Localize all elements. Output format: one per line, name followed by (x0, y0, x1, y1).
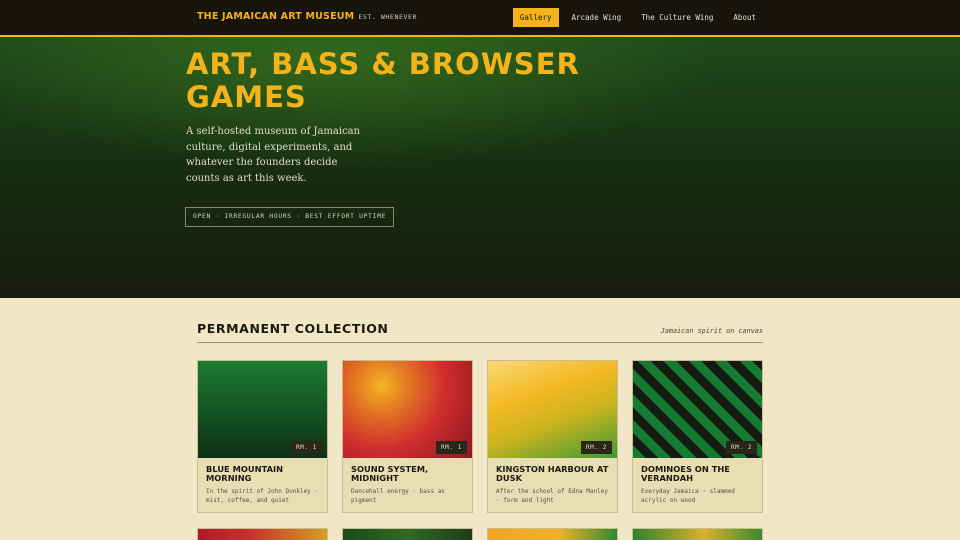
nav-gallery[interactable]: Gallery (512, 8, 559, 27)
artwork-description: In the spirit of John Dunkley · mist, co… (206, 488, 318, 504)
room-badge: Rm. 2 (580, 441, 612, 454)
section-subtitle: Jamaican spirit on canvas (660, 327, 763, 335)
site-header: The Jamaican Art Museum Est. Whenever Ga… (0, 0, 960, 35)
artwork-title[interactable]: Blue Mountain Morning (206, 465, 324, 482)
nav-about[interactable]: About (726, 8, 763, 27)
artwork-description: Everyday Jamaica · slammed acrylic on wo… (641, 488, 735, 504)
artwork-card-partial[interactable] (487, 528, 618, 540)
brand-tagline: Est. Whenever (358, 13, 418, 21)
artwork-card-partial[interactable] (342, 528, 473, 540)
brand-name[interactable]: The Jamaican Art Museum (197, 11, 354, 22)
artwork-card-partial[interactable] (632, 528, 763, 540)
section-divider (197, 342, 763, 343)
hero-title: Art, Bass & Browser Games (186, 47, 580, 114)
artwork-card[interactable]: Rm. 1 Blue Mountain Morning In the spiri… (197, 360, 328, 513)
room-badge: Rm. 1 (290, 441, 322, 454)
artwork-card-partial[interactable] (197, 528, 328, 540)
artwork-description: Dancehall energy · bass as pigment (351, 488, 445, 504)
artwork-description: After the school of Edna Manley · form a… (496, 488, 608, 504)
artwork-title[interactable]: Dominoes on the Verandah (641, 465, 759, 482)
artwork-card[interactable]: Rm. 1 Sound System, Midnight Dancehall e… (342, 360, 473, 513)
artwork-card[interactable]: Rm. 2 Kingston Harbour at Dusk After the… (487, 360, 618, 513)
artwork-title[interactable]: Sound System, Midnight (351, 465, 469, 482)
main-nav: Gallery Arcade Wing The Culture Wing Abo… (512, 8, 763, 27)
section-title: Permanent Collection (197, 321, 389, 336)
nav-arcade-wing[interactable]: Arcade Wing (565, 8, 629, 27)
hours-badge: Open · Irregular hours · Best effort upt… (185, 207, 395, 227)
hero-description: A self-hosted museum of Jamaican culture… (186, 126, 361, 184)
room-badge: Rm. 1 (435, 441, 467, 454)
room-badge: Rm. 2 (725, 441, 757, 454)
brand[interactable]: The Jamaican Art Museum Est. Whenever (197, 11, 417, 22)
artwork-title[interactable]: Kingston Harbour at Dusk (496, 465, 614, 482)
nav-culture-wing[interactable]: The Culture Wing (634, 8, 720, 27)
artwork-card[interactable]: Rm. 2 Dominoes on the Verandah Everyday … (632, 360, 763, 513)
